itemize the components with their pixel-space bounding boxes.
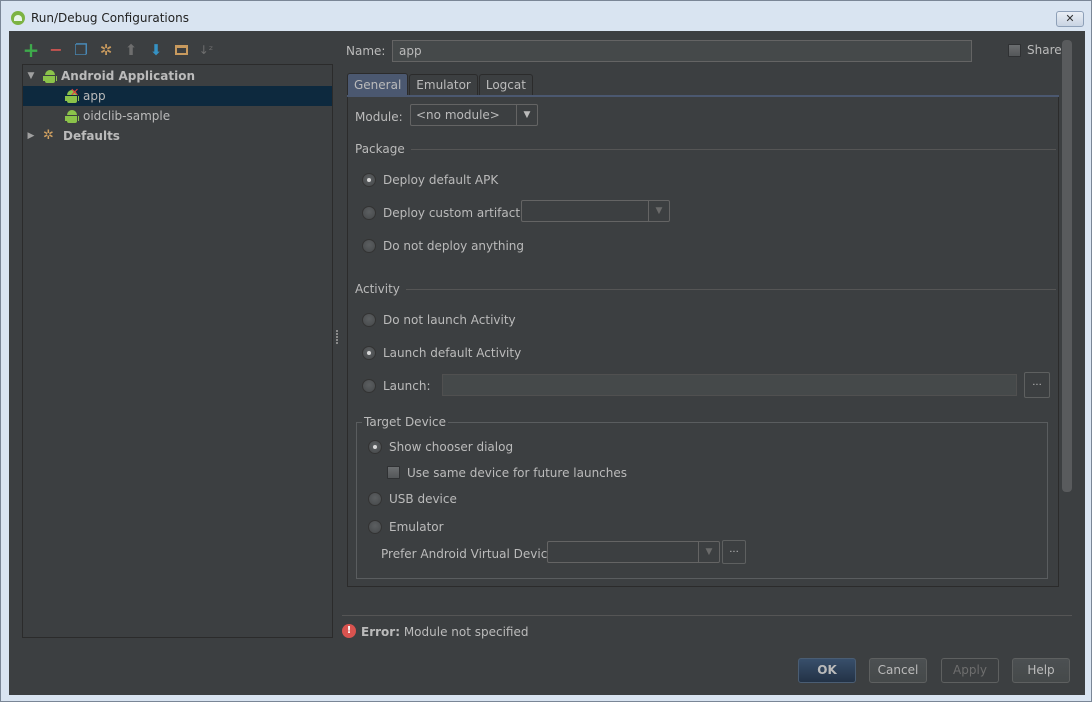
- tree-item-label: Android Application: [61, 69, 196, 83]
- close-button[interactable]: ✕: [1056, 11, 1084, 27]
- error-message: Error: Module not specified: [361, 625, 529, 639]
- collapse-arrow-icon[interactable]: ▶: [25, 131, 37, 141]
- tree-item-label: app: [83, 89, 106, 103]
- title-bar: Run/Debug Configurations ✕: [1, 1, 1091, 35]
- move-down-icon[interactable]: ⬇: [148, 42, 164, 58]
- chevron-down-icon[interactable]: ▼: [648, 201, 669, 221]
- do-not-deploy-radio[interactable]: [362, 239, 376, 253]
- artifact-dropdown[interactable]: ▼: [521, 200, 670, 222]
- emulator-label: Emulator: [389, 520, 444, 534]
- module-dropdown[interactable]: <no module> ▼: [410, 104, 538, 126]
- remove-icon[interactable]: −: [48, 42, 64, 58]
- add-icon[interactable]: +: [23, 40, 40, 60]
- share-label: Share: [1027, 43, 1062, 57]
- deploy-default-apk-label: Deploy default APK: [383, 173, 499, 187]
- share-checkbox[interactable]: Share: [1008, 43, 1062, 57]
- emulator-radio[interactable]: [368, 520, 382, 534]
- help-button[interactable]: Help: [1012, 658, 1070, 683]
- config-toolbar: + − ❐ ✲ ⬆ ⬇ ↓ᶻ: [23, 40, 214, 60]
- same-device-checkbox[interactable]: [387, 466, 400, 479]
- show-chooser-dialog-label: Show chooser dialog: [389, 440, 514, 454]
- share-checkbox-box[interactable]: [1008, 43, 1021, 57]
- tree-item-label: oidclib-sample: [83, 109, 171, 123]
- tree-item-oidclib-sample[interactable]: oidclib-sample: [23, 106, 332, 126]
- name-label: Name:: [346, 44, 386, 58]
- edit-defaults-icon[interactable]: ✲: [98, 42, 114, 58]
- cancel-button[interactable]: Cancel: [869, 658, 927, 683]
- show-chooser-dialog-radio[interactable]: [368, 440, 382, 454]
- android-icon: [65, 109, 79, 123]
- wrench-icon: ✲: [43, 128, 54, 143]
- vertical-scrollbar[interactable]: [1062, 40, 1072, 492]
- launch-activity-input[interactable]: [442, 374, 1017, 396]
- error-text: Module not specified: [403, 625, 529, 639]
- window-title: Run/Debug Configurations: [31, 11, 189, 25]
- android-studio-logo-icon: [11, 11, 25, 25]
- android-icon: [43, 69, 57, 83]
- launch-browse-button[interactable]: ...: [1024, 372, 1050, 398]
- dialog-window: Run/Debug Configurations ✕ + − ❐ ✲ ⬆ ⬇ ↓…: [0, 0, 1092, 702]
- avd-dropdown[interactable]: ▼: [547, 541, 720, 563]
- launch-radio[interactable]: [362, 379, 376, 393]
- tab-logcat[interactable]: Logcat: [478, 74, 533, 96]
- activity-title: Activity: [355, 282, 400, 296]
- copy-icon[interactable]: ❐: [73, 42, 89, 58]
- tab-general[interactable]: General: [347, 73, 409, 96]
- tab-emulator[interactable]: Emulator: [409, 74, 478, 96]
- deploy-default-apk-radio[interactable]: [362, 173, 376, 187]
- package-title: Package: [355, 142, 405, 156]
- dialog-content: + − ❐ ✲ ⬆ ⬇ ↓ᶻ ▼ Android Application ✕ a…: [9, 31, 1085, 695]
- splitter-handle[interactable]: [335, 329, 339, 347]
- module-label: Module:: [355, 110, 403, 124]
- tree-item-app[interactable]: ✕ app: [23, 86, 332, 106]
- launch-label: Launch:: [383, 379, 431, 393]
- sort-icon[interactable]: ↓ᶻ: [198, 42, 214, 58]
- status-separator: [342, 615, 1072, 616]
- move-up-icon[interactable]: ⬆: [123, 42, 139, 58]
- folder-icon[interactable]: [173, 42, 189, 58]
- configurations-tree: ▼ Android Application ✕ app oidclib-samp…: [22, 64, 333, 638]
- tree-item-android-application[interactable]: ▼ Android Application: [23, 66, 332, 86]
- launch-default-activity-radio[interactable]: [362, 346, 376, 360]
- error-icon: !: [342, 624, 356, 638]
- tree-item-label: Defaults: [63, 129, 120, 143]
- ok-button[interactable]: OK: [798, 658, 856, 683]
- module-value: <no module>: [416, 108, 500, 122]
- chevron-down-icon[interactable]: ▼: [698, 542, 719, 562]
- avd-browse-button[interactable]: ...: [722, 540, 746, 564]
- usb-device-radio[interactable]: [368, 492, 382, 506]
- package-section-header: Package: [355, 142, 1056, 156]
- chevron-down-icon[interactable]: ▼: [516, 105, 537, 125]
- error-prefix: Error:: [361, 625, 400, 639]
- do-not-deploy-label: Do not deploy anything: [383, 239, 524, 253]
- apply-button[interactable]: Apply: [941, 658, 999, 683]
- target-device-title: Target Device: [362, 415, 448, 429]
- deploy-custom-artifact-radio[interactable]: [362, 206, 376, 220]
- expand-arrow-icon[interactable]: ▼: [25, 71, 37, 81]
- deploy-custom-artifact-label: Deploy custom artifact:: [383, 206, 525, 220]
- config-tabs: General Emulator Logcat: [347, 73, 534, 96]
- name-input[interactable]: app: [392, 40, 972, 62]
- usb-device-label: USB device: [389, 492, 457, 506]
- activity-section-header: Activity: [355, 282, 1056, 296]
- do-not-launch-radio[interactable]: [362, 313, 376, 327]
- launch-default-activity-label: Launch default Activity: [383, 346, 522, 360]
- tree-item-defaults[interactable]: ▶ ✲ Defaults: [23, 126, 332, 146]
- same-device-label: Use same device for future launches: [407, 466, 628, 480]
- android-error-icon: ✕: [65, 86, 79, 103]
- prefer-avd-label: Prefer Android Virtual Device:: [381, 547, 559, 561]
- do-not-launch-label: Do not launch Activity: [383, 313, 516, 327]
